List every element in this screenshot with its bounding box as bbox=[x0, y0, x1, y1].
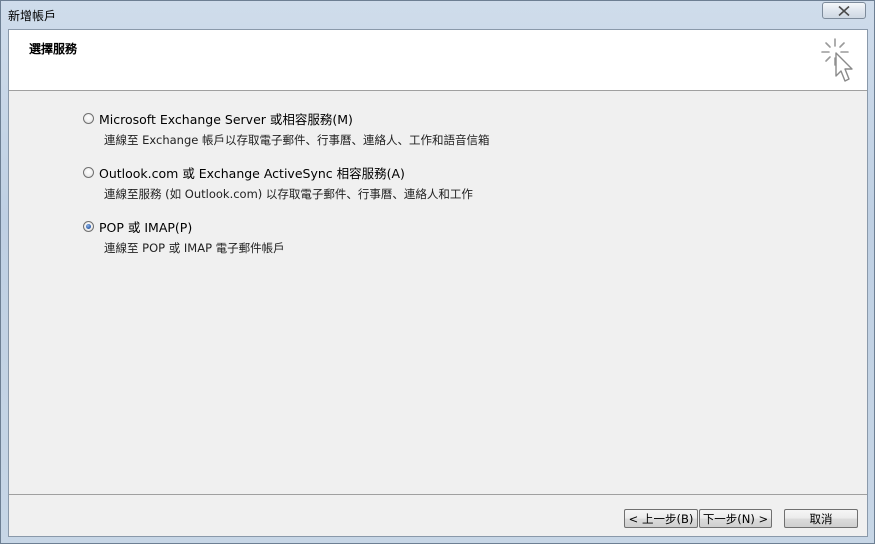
footer-divider bbox=[9, 494, 867, 495]
exchange-radio[interactable] bbox=[83, 112, 94, 124]
option-label[interactable]: Outlook.com 或 Exchange ActiveSync 相容服務(A… bbox=[99, 163, 405, 182]
option-description: 連線至 Exchange 帳戶以存取電子郵件、行事曆、連絡人、工作和語音信箱 bbox=[104, 133, 490, 147]
header-band: 選擇服務 bbox=[9, 30, 867, 91]
window-title: 新增帳戶 bbox=[8, 9, 57, 23]
option-description: 連線至 POP 或 IMAP 電子郵件帳戶 bbox=[104, 241, 285, 255]
dialog-window: 新增帳戶 選擇服務 Microsoft Exchange Server 或相容服… bbox=[0, 0, 875, 544]
option-label[interactable]: Microsoft Exchange Server 或相容服務(M) bbox=[99, 109, 353, 128]
title-bar[interactable]: 新增帳戶 bbox=[1, 1, 874, 29]
option-outlook-activesync[interactable]: Outlook.com 或 Exchange ActiveSync 相容服務(A… bbox=[83, 163, 473, 201]
page-title: 選擇服務 bbox=[29, 42, 78, 56]
outlook-activesync-radio[interactable] bbox=[83, 166, 94, 178]
option-pop-imap[interactable]: POP 或 IMAP(P) 連線至 POP 或 IMAP 電子郵件帳戶 bbox=[83, 217, 285, 255]
option-label[interactable]: POP 或 IMAP(P) bbox=[99, 217, 192, 236]
back-button[interactable]: < 上一步(B) bbox=[624, 509, 698, 528]
close-icon bbox=[838, 5, 850, 16]
cancel-button[interactable]: 取消 bbox=[784, 509, 858, 528]
dialog-content: 選擇服務 Microsoft Exchange Server 或相容服務(M) bbox=[8, 29, 868, 537]
wizard-cursor-icon bbox=[821, 38, 853, 82]
option-description: 連線至服務 (如 Outlook.com) 以存取電子郵件、行事曆、連絡人和工作 bbox=[104, 187, 473, 201]
next-button[interactable]: 下一步(N) > bbox=[699, 509, 772, 528]
pop-imap-radio[interactable] bbox=[83, 220, 94, 232]
option-exchange[interactable]: Microsoft Exchange Server 或相容服務(M) 連線至 E… bbox=[83, 109, 490, 147]
close-button[interactable] bbox=[822, 2, 866, 19]
